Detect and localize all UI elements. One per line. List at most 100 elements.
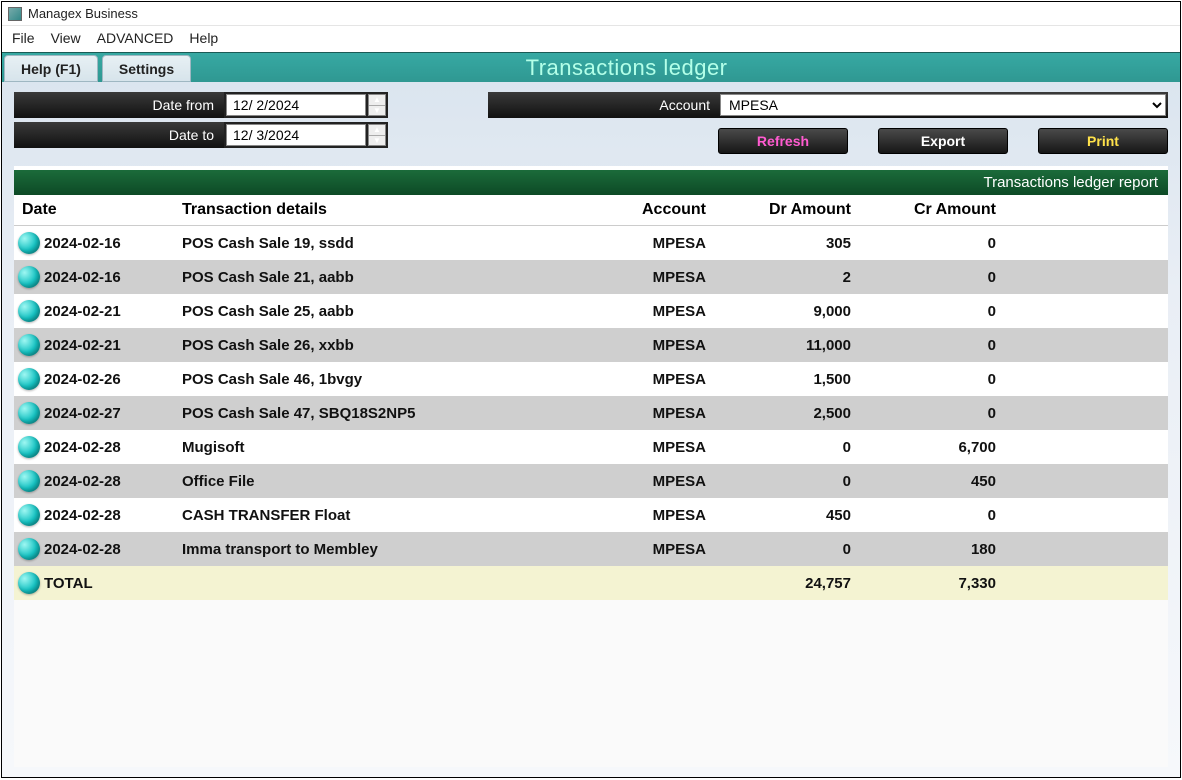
row-date: 2024-02-28 bbox=[44, 439, 121, 456]
account-label: Account bbox=[488, 97, 718, 113]
date-to-input[interactable] bbox=[226, 124, 366, 146]
row-date: 2024-02-28 bbox=[44, 507, 121, 524]
menu-advanced[interactable]: ADVANCED bbox=[97, 30, 174, 46]
row-orb-icon bbox=[18, 402, 40, 424]
account-select[interactable]: MPESA bbox=[720, 94, 1166, 116]
table-row[interactable]: 2024-02-16POS Cash Sale 19, ssddMPESA305… bbox=[14, 226, 1168, 261]
row-orb-icon bbox=[18, 470, 40, 492]
row-dr: 0 bbox=[714, 430, 859, 464]
row-dr: 2,500 bbox=[714, 396, 859, 430]
menu-help[interactable]: Help bbox=[189, 30, 218, 46]
col-account[interactable]: Account bbox=[534, 195, 714, 226]
settings-button[interactable]: Settings bbox=[102, 55, 191, 82]
row-orb-icon bbox=[18, 572, 40, 594]
date-from-spinner[interactable]: ▲▼ bbox=[368, 94, 386, 116]
row-account: MPESA bbox=[534, 532, 714, 566]
table-row[interactable]: 2024-02-16 POS Cash Sale 21, aabbMPESA20 bbox=[14, 260, 1168, 294]
row-account: MPESA bbox=[534, 294, 714, 328]
menu-file[interactable]: File bbox=[12, 30, 35, 46]
table-row[interactable]: 2024-02-26 POS Cash Sale 46, 1bvgyMPESA1,… bbox=[14, 362, 1168, 396]
export-button[interactable]: Export bbox=[878, 128, 1008, 154]
date-from-label: Date from bbox=[14, 92, 224, 118]
toolbar: Help (F1) Settings Transactions ledger bbox=[2, 52, 1180, 82]
total-row: TOTAL24,7577,330 bbox=[14, 566, 1168, 600]
table-row[interactable]: 2024-02-21 POS Cash Sale 25, aabbMPESA9,0… bbox=[14, 294, 1168, 328]
table-row[interactable]: 2024-02-28Office FileMPESA0450 bbox=[14, 464, 1168, 498]
row-details: POS Cash Sale 25, aabb bbox=[174, 294, 534, 328]
row-account: MPESA bbox=[534, 226, 714, 261]
row-orb-icon bbox=[18, 232, 40, 254]
app-icon bbox=[8, 7, 22, 21]
grid[interactable]: Date Transaction details Account Dr Amou… bbox=[14, 195, 1168, 767]
total-dr: 24,757 bbox=[714, 566, 859, 600]
row-cr: 0 bbox=[859, 328, 1004, 362]
row-date: 2024-02-26 bbox=[44, 371, 121, 388]
row-details: POS Cash Sale 47, SBQ18S2NP5 bbox=[174, 396, 534, 430]
row-date: 2024-02-21 bbox=[44, 337, 121, 354]
row-cr: 0 bbox=[859, 498, 1004, 532]
help-button[interactable]: Help (F1) bbox=[4, 55, 98, 82]
row-cr: 450 bbox=[859, 464, 1004, 498]
account-field: Account MPESA bbox=[488, 92, 1168, 118]
row-account: MPESA bbox=[534, 498, 714, 532]
table-row[interactable]: 2024-02-28Imma transport to MembleyMPESA… bbox=[14, 532, 1168, 566]
total-label: TOTAL bbox=[44, 575, 93, 592]
row-orb-icon bbox=[18, 504, 40, 526]
date-to-label: Date to bbox=[14, 122, 224, 148]
print-button[interactable]: Print bbox=[1038, 128, 1168, 154]
col-date[interactable]: Date bbox=[14, 195, 174, 226]
report: Transactions ledger report Date Transact… bbox=[14, 166, 1168, 767]
row-account: MPESA bbox=[534, 464, 714, 498]
row-date: 2024-02-21 bbox=[44, 303, 121, 320]
table-row[interactable]: 2024-02-28CASH TRANSFER FloatMPESA4500 bbox=[14, 498, 1168, 532]
row-account: MPESA bbox=[534, 260, 714, 294]
col-cr[interactable]: Cr Amount bbox=[859, 195, 1004, 226]
menubar: File View ADVANCED Help bbox=[2, 26, 1180, 52]
date-to-spinner[interactable]: ▲▼ bbox=[368, 124, 386, 146]
row-date: 2024-02-16 bbox=[44, 269, 121, 286]
row-details: POS Cash Sale 46, 1bvgy bbox=[174, 362, 534, 396]
menu-view[interactable]: View bbox=[51, 30, 81, 46]
table-row[interactable]: 2024-02-28 MugisoftMPESA06,700 bbox=[14, 430, 1168, 464]
row-account: MPESA bbox=[534, 328, 714, 362]
row-dr: 0 bbox=[714, 464, 859, 498]
col-details[interactable]: Transaction details bbox=[174, 195, 534, 226]
row-orb-icon bbox=[18, 538, 40, 560]
row-dr: 9,000 bbox=[714, 294, 859, 328]
refresh-button[interactable]: Refresh bbox=[718, 128, 848, 154]
row-details: Mugisoft bbox=[174, 430, 534, 464]
row-dr: 0 bbox=[714, 532, 859, 566]
row-dr: 1,500 bbox=[714, 362, 859, 396]
table-row[interactable]: 2024-02-21POS Cash Sale 26, xxbbMPESA11,… bbox=[14, 328, 1168, 362]
window: Managex Business File View ADVANCED Help… bbox=[1, 1, 1181, 778]
row-details: POS Cash Sale 21, aabb bbox=[174, 260, 534, 294]
row-cr: 0 bbox=[859, 362, 1004, 396]
content: Date from ▲▼ Date to ▲▼ Account MPESA bbox=[2, 82, 1180, 777]
row-cr: 0 bbox=[859, 396, 1004, 430]
row-cr: 0 bbox=[859, 294, 1004, 328]
row-date: 2024-02-28 bbox=[44, 541, 121, 558]
row-dr: 2 bbox=[714, 260, 859, 294]
row-date: 2024-02-27 bbox=[44, 405, 121, 422]
table-row[interactable]: 2024-02-27POS Cash Sale 47, SBQ18S2NP5MP… bbox=[14, 396, 1168, 430]
row-details: CASH TRANSFER Float bbox=[174, 498, 534, 532]
col-dr[interactable]: Dr Amount bbox=[714, 195, 859, 226]
page-title: Transactions ledger bbox=[193, 53, 1180, 82]
row-date: 2024-02-28 bbox=[44, 473, 121, 490]
row-orb-icon bbox=[18, 300, 40, 322]
row-cr: 6,700 bbox=[859, 430, 1004, 464]
row-account: MPESA bbox=[534, 430, 714, 464]
row-date: 2024-02-16 bbox=[44, 235, 121, 252]
row-details: POS Cash Sale 19, ssdd bbox=[174, 226, 534, 261]
report-title: Transactions ledger report bbox=[14, 170, 1168, 195]
titlebar: Managex Business bbox=[2, 2, 1180, 26]
row-cr: 0 bbox=[859, 226, 1004, 261]
row-cr: 180 bbox=[859, 532, 1004, 566]
ledger-table: Date Transaction details Account Dr Amou… bbox=[14, 195, 1168, 600]
row-account: MPESA bbox=[534, 362, 714, 396]
row-details: POS Cash Sale 26, xxbb bbox=[174, 328, 534, 362]
filter-row: Date from ▲▼ Date to ▲▼ Account MPESA bbox=[14, 92, 1168, 154]
date-from-input[interactable] bbox=[226, 94, 366, 116]
row-cr: 0 bbox=[859, 260, 1004, 294]
row-orb-icon bbox=[18, 368, 40, 390]
